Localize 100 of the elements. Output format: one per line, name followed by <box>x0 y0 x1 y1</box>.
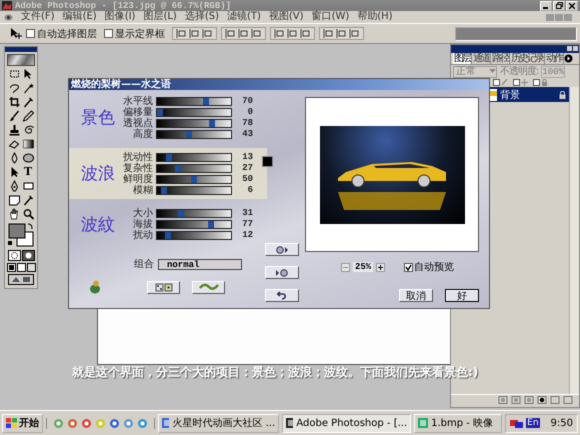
start-button[interactable]: 开始 <box>2 414 43 432</box>
align-button-group[interactable] <box>221 27 266 40</box>
taskbar-button[interactable]: Adobe Photoshop - [... <box>282 414 412 432</box>
menu-item[interactable]: 滤镜(T) <box>226 11 261 23</box>
slider-thumb[interactable] <box>175 164 182 172</box>
slider-track[interactable] <box>156 130 232 138</box>
rectangle-icon[interactable] <box>22 180 34 192</box>
import-button[interactable] <box>265 266 299 279</box>
slider-thumb[interactable] <box>166 154 172 160</box>
slider-thumb[interactable] <box>208 120 215 126</box>
slider-track[interactable] <box>156 174 232 184</box>
half-circle-icon[interactable] <box>537 396 547 404</box>
caption-text: 就是这个界面，分三个大的项目：景色；波浪；波纹。下面我们先来看景色:) <box>72 364 478 381</box>
taskbar-button[interactable]: 1.bmp - 映像 <box>414 414 502 432</box>
section-heading: 景色 <box>81 107 116 129</box>
lock-checkbox[interactable] <box>513 79 520 86</box>
magnifier-icon[interactable] <box>22 208 34 220</box>
scrollbar[interactable] <box>569 87 579 394</box>
cancel-button[interactable]: 取消 <box>399 289 433 302</box>
slider-thumb[interactable] <box>178 210 184 216</box>
slider-track[interactable] <box>156 186 232 194</box>
slider-thumb[interactable] <box>208 220 214 228</box>
slider-label: 偏移量 <box>122 106 153 118</box>
disk-arrow-icon <box>275 246 289 254</box>
hand-icon[interactable] <box>8 208 20 220</box>
align-button-group[interactable] <box>172 27 217 40</box>
menu-item[interactable]: 选择(S) <box>184 11 219 23</box>
note-icon[interactable] <box>8 194 20 206</box>
panel-menu-icon[interactable] <box>564 54 573 63</box>
move-tool-icon[interactable] <box>10 28 22 39</box>
menu-item[interactable]: 图层(L) <box>143 11 177 23</box>
export-button[interactable] <box>265 243 299 256</box>
lock-checkbox[interactable] <box>493 79 500 86</box>
network-icon[interactable] <box>510 418 524 428</box>
jump-to-app-icon[interactable] <box>8 274 34 285</box>
wave-button[interactable] <box>192 280 225 294</box>
quick-mask-icon[interactable] <box>22 250 34 261</box>
dropdown-arrow-icon <box>489 69 496 74</box>
align-icon <box>202 29 213 38</box>
slider-thumb[interactable] <box>161 186 168 194</box>
menu-item[interactable]: 文件(F) <box>21 11 55 23</box>
crop-icon[interactable] <box>8 96 20 108</box>
slider-thumb[interactable] <box>191 176 197 182</box>
taskbar-button[interactable]: 火星时代动画大社区 ... <box>158 414 280 432</box>
eye-logo-icon[interactable] <box>4 12 13 22</box>
undo-arrow-icon <box>277 291 287 300</box>
lock-checkbox[interactable] <box>533 79 540 86</box>
eraser-icon[interactable] <box>8 138 20 150</box>
menu-item[interactable]: 视图(V) <box>268 11 304 23</box>
checkbox-label: 自动预览 <box>414 261 454 274</box>
zoom-out-button[interactable] <box>341 262 350 272</box>
slider-track[interactable] <box>156 208 232 218</box>
blend-mode-field[interactable]: normal <box>158 258 242 270</box>
circle-icon[interactable] <box>498 396 508 404</box>
slider-thumb[interactable] <box>165 232 172 238</box>
slider-track[interactable] <box>156 108 232 116</box>
color-swatch[interactable] <box>262 156 273 167</box>
wave-icon <box>198 283 218 291</box>
ok-button[interactable]: 好 <box>445 289 479 302</box>
align-button-group[interactable] <box>270 27 315 40</box>
checkbox[interactable] <box>104 29 113 38</box>
type-tool[interactable]: T <box>22 166 34 178</box>
undo-button[interactable] <box>265 289 299 302</box>
randomize-button[interactable] <box>147 280 180 294</box>
align-icon <box>189 29 200 38</box>
standard-mode-icon[interactable] <box>8 250 20 261</box>
align-icon <box>238 29 249 38</box>
menu-item[interactable]: 图像(I) <box>104 11 136 23</box>
pencil-icon[interactable] <box>22 110 34 122</box>
restore-button[interactable] <box>553 0 565 10</box>
close-button[interactable] <box>566 0 578 10</box>
minimize-button[interactable] <box>540 0 552 10</box>
slider-track[interactable] <box>156 152 232 162</box>
slider-track[interactable] <box>156 118 232 128</box>
checkbox[interactable] <box>404 262 414 272</box>
menu-item[interactable]: 帮助(H) <box>357 11 393 23</box>
menu-item[interactable]: 窗口(W) <box>312 11 350 23</box>
eyedropper-icon[interactable] <box>22 96 34 108</box>
language-indicator[interactable]: En <box>526 418 540 428</box>
align-button-group[interactable] <box>319 27 364 40</box>
slider-thumb[interactable] <box>186 130 192 138</box>
gradient-icon[interactable] <box>22 138 34 150</box>
menu-item[interactable]: 编辑(E) <box>62 11 97 23</box>
clock: 9:50 <box>550 418 573 428</box>
color-swatches-icon[interactable] <box>7 222 35 248</box>
zoom-in-button[interactable] <box>376 262 386 272</box>
slider-track[interactable] <box>156 230 232 240</box>
panel-tab[interactable]: 历史记录 <box>510 53 545 64</box>
slider-track[interactable] <box>156 164 232 172</box>
panel-tab[interactable]: 图层 <box>453 53 472 64</box>
slider-label: 大小 <box>132 206 153 219</box>
checkbox[interactable] <box>26 29 35 38</box>
slider-thumb[interactable] <box>157 108 163 116</box>
layer-row[interactable]: 背景 <box>489 87 569 102</box>
panel-tab[interactable]: 通道 <box>472 53 491 64</box>
slider-track[interactable] <box>156 220 232 228</box>
panel-tab[interactable]: 路径 <box>491 53 510 64</box>
slider-track[interactable] <box>156 96 232 106</box>
slider-thumb[interactable] <box>203 98 210 104</box>
slider-label: 透视点 <box>122 116 153 129</box>
